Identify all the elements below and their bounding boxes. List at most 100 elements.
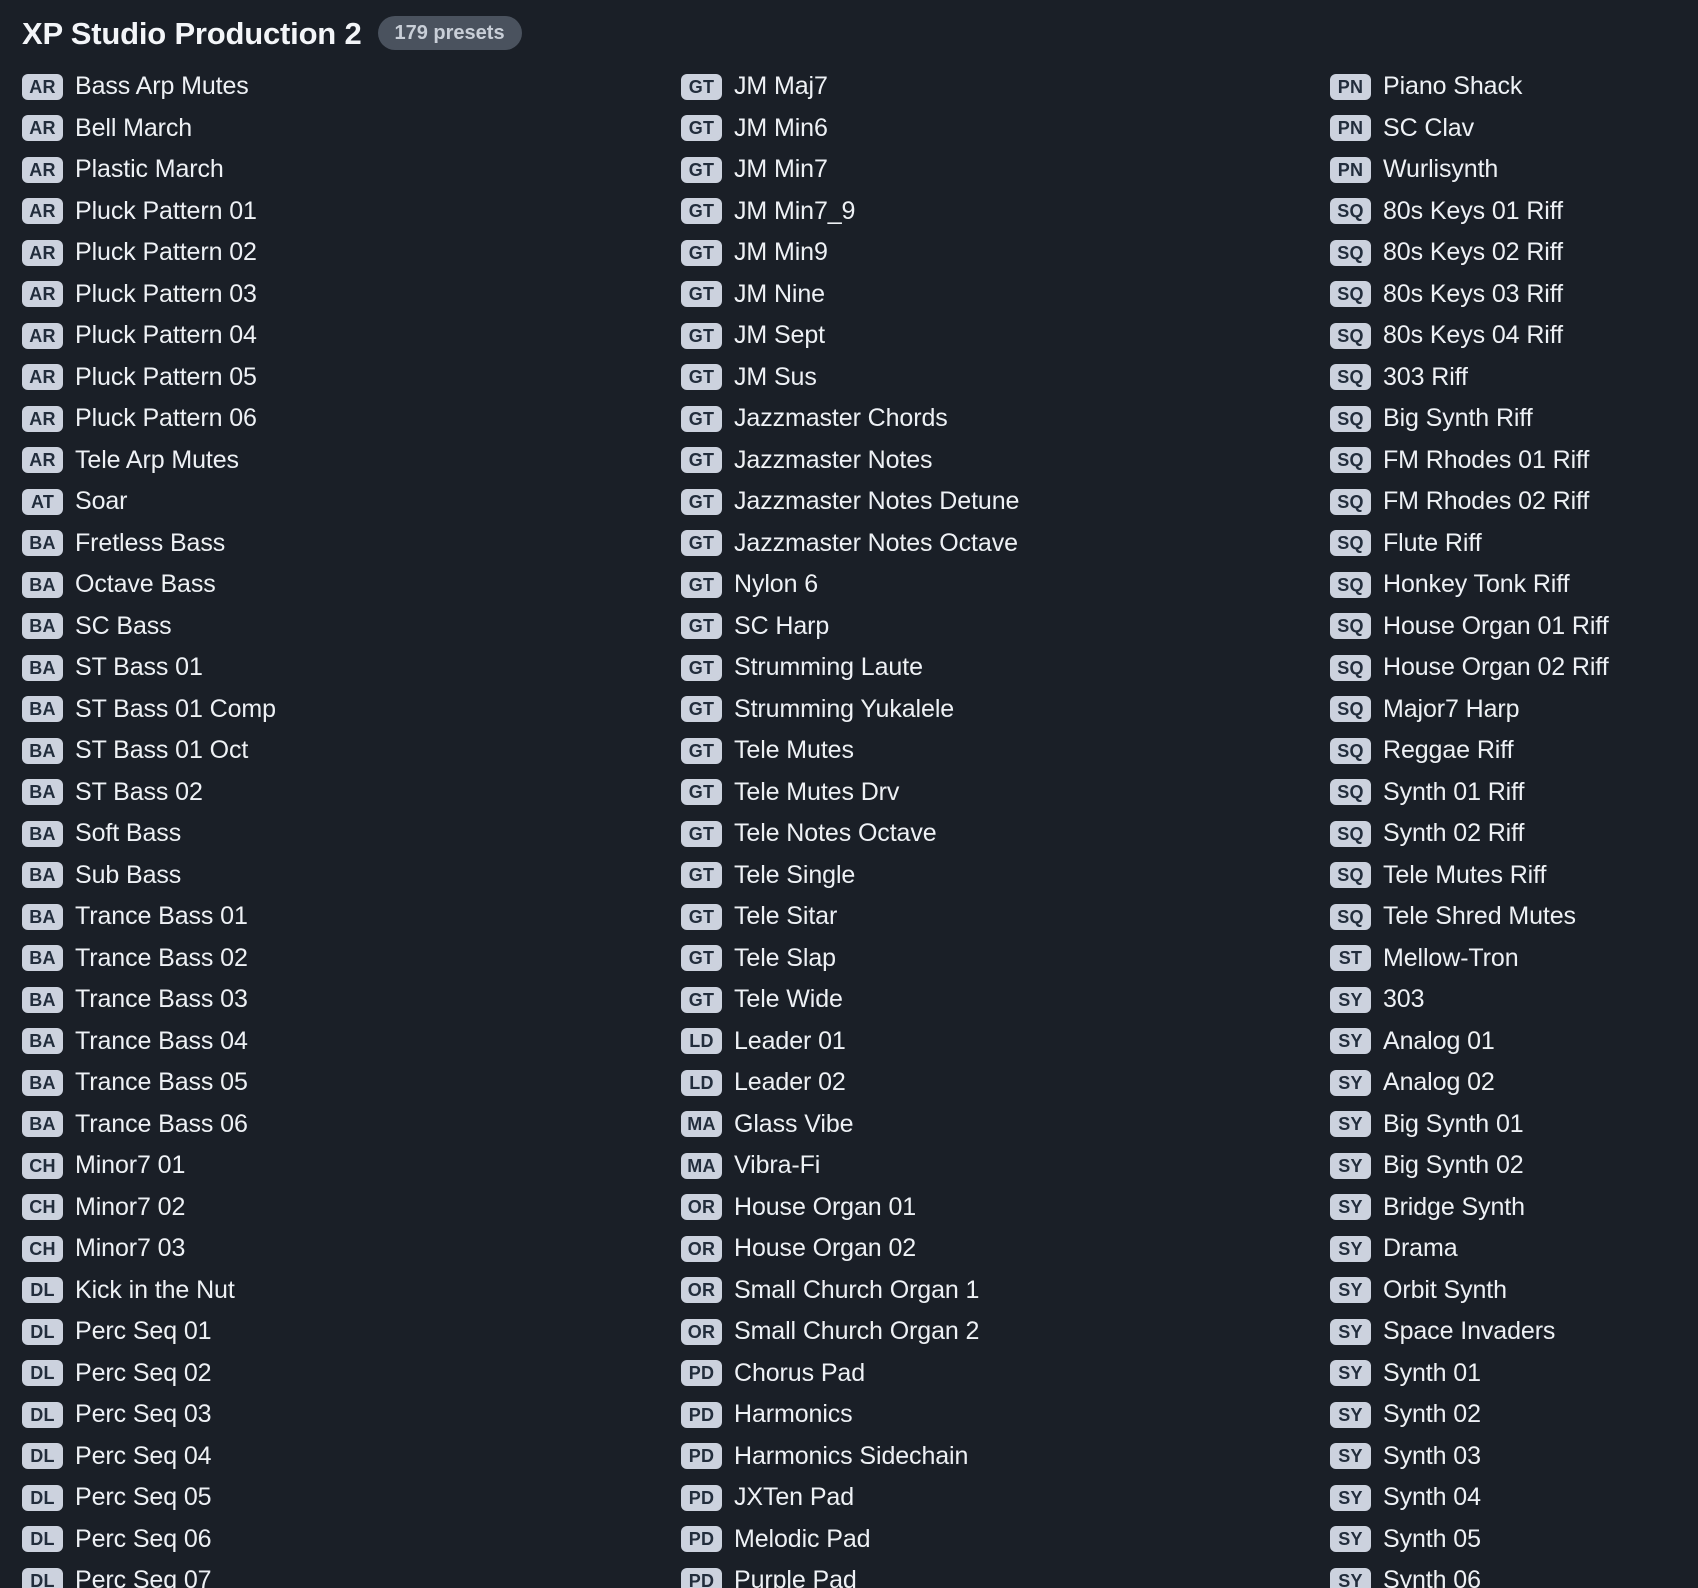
preset-row[interactable]: SY 303 <box>1330 979 1698 1021</box>
preset-row[interactable]: CH Minor7 03 <box>22 1228 642 1270</box>
preset-row[interactable]: PD Harmonics <box>681 1394 1301 1436</box>
preset-row[interactable]: LD Leader 01 <box>681 1021 1301 1063</box>
preset-row[interactable]: SQ Big Synth Riff <box>1330 398 1698 440</box>
preset-row[interactable]: PN Piano Shack <box>1330 66 1698 108</box>
preset-row[interactable]: GT Tele Mutes Drv <box>681 772 1301 814</box>
preset-row[interactable]: SQ 303 Riff <box>1330 357 1698 399</box>
preset-row[interactable]: GT Tele Sitar <box>681 896 1301 938</box>
preset-row[interactable]: DL Perc Seq 04 <box>22 1436 642 1478</box>
preset-row[interactable]: DL Perc Seq 01 <box>22 1311 642 1353</box>
preset-row[interactable]: AR Bell March <box>22 108 642 150</box>
preset-row[interactable]: SY Synth 04 <box>1330 1477 1698 1519</box>
preset-row[interactable]: SY Space Invaders <box>1330 1311 1698 1353</box>
preset-row[interactable]: SQ Major7 Harp <box>1330 689 1698 731</box>
preset-row[interactable]: CH Minor7 01 <box>22 1145 642 1187</box>
preset-row[interactable]: SQ Synth 01 Riff <box>1330 772 1698 814</box>
preset-row[interactable]: GT Tele Notes Octave <box>681 813 1301 855</box>
preset-row[interactable]: GT JM Sept <box>681 315 1301 357</box>
preset-row[interactable]: CH Minor7 02 <box>22 1187 642 1229</box>
preset-row[interactable]: SY Analog 01 <box>1330 1021 1698 1063</box>
preset-row[interactable]: AR Pluck Pattern 06 <box>22 398 642 440</box>
preset-row[interactable]: GT Tele Wide <box>681 979 1301 1021</box>
preset-row[interactable]: GT Nylon 6 <box>681 564 1301 606</box>
preset-row[interactable]: SY Big Synth 01 <box>1330 1104 1698 1146</box>
preset-row[interactable]: ST Mellow-Tron <box>1330 938 1698 980</box>
preset-row[interactable]: GT Jazzmaster Notes Octave <box>681 523 1301 565</box>
preset-row[interactable]: SQ 80s Keys 04 Riff <box>1330 315 1698 357</box>
preset-row[interactable]: BA Octave Bass <box>22 564 642 606</box>
preset-row[interactable]: GT Tele Slap <box>681 938 1301 980</box>
preset-row[interactable]: GT JM Maj7 <box>681 66 1301 108</box>
preset-row[interactable]: PD Melodic Pad <box>681 1519 1301 1561</box>
preset-row[interactable]: GT JM Min7 <box>681 149 1301 191</box>
preset-row[interactable]: AR Pluck Pattern 04 <box>22 315 642 357</box>
preset-row[interactable]: SY Analog 02 <box>1330 1062 1698 1104</box>
preset-row[interactable]: BA ST Bass 01 <box>22 647 642 689</box>
preset-row[interactable]: AR Bass Arp Mutes <box>22 66 642 108</box>
preset-row[interactable]: PD Harmonics Sidechain <box>681 1436 1301 1478</box>
preset-row[interactable]: GT Jazzmaster Chords <box>681 398 1301 440</box>
preset-row[interactable]: GT JM Min7_9 <box>681 191 1301 233</box>
preset-row[interactable]: DL Perc Seq 06 <box>22 1519 642 1561</box>
preset-row[interactable]: DL Kick in the Nut <box>22 1270 642 1312</box>
preset-row[interactable]: PD Chorus Pad <box>681 1353 1301 1395</box>
preset-row[interactable]: SY Big Synth 02 <box>1330 1145 1698 1187</box>
preset-row[interactable]: SY Drama <box>1330 1228 1698 1270</box>
preset-row[interactable]: AR Pluck Pattern 02 <box>22 232 642 274</box>
preset-row[interactable]: MA Vibra-Fi <box>681 1145 1301 1187</box>
preset-row[interactable]: BA Fretless Bass <box>22 523 642 565</box>
preset-row[interactable]: SQ 80s Keys 03 Riff <box>1330 274 1698 316</box>
preset-row[interactable]: SQ Tele Shred Mutes <box>1330 896 1698 938</box>
preset-row[interactable]: SQ 80s Keys 01 Riff <box>1330 191 1698 233</box>
preset-row[interactable]: SY Synth 06 <box>1330 1560 1698 1588</box>
preset-row[interactable]: PN SC Clav <box>1330 108 1698 150</box>
preset-row[interactable]: OR House Organ 01 <box>681 1187 1301 1229</box>
preset-row[interactable]: BA Trance Bass 06 <box>22 1104 642 1146</box>
preset-row[interactable]: DL Perc Seq 02 <box>22 1353 642 1395</box>
preset-row[interactable]: SQ FM Rhodes 02 Riff <box>1330 481 1698 523</box>
preset-row[interactable]: SQ FM Rhodes 01 Riff <box>1330 440 1698 482</box>
preset-row[interactable]: SY Synth 03 <box>1330 1436 1698 1478</box>
preset-row[interactable]: AT Soar <box>22 481 642 523</box>
preset-row[interactable]: SY Synth 01 <box>1330 1353 1698 1395</box>
preset-row[interactable]: BA Sub Bass <box>22 855 642 897</box>
preset-row[interactable]: BA Trance Bass 02 <box>22 938 642 980</box>
preset-row[interactable]: SQ Honkey Tonk Riff <box>1330 564 1698 606</box>
preset-row[interactable]: SY Bridge Synth <box>1330 1187 1698 1229</box>
preset-row[interactable]: MA Glass Vibe <box>681 1104 1301 1146</box>
preset-row[interactable]: BA ST Bass 01 Oct <box>22 730 642 772</box>
preset-row[interactable]: LD Leader 02 <box>681 1062 1301 1104</box>
preset-row[interactable]: BA SC Bass <box>22 606 642 648</box>
preset-row[interactable]: AR Plastic March <box>22 149 642 191</box>
preset-row[interactable]: BA Trance Bass 04 <box>22 1021 642 1063</box>
preset-row[interactable]: SQ Reggae Riff <box>1330 730 1698 772</box>
preset-row[interactable]: AR Pluck Pattern 01 <box>22 191 642 233</box>
preset-row[interactable]: SY Synth 05 <box>1330 1519 1698 1561</box>
preset-row[interactable]: PD JXTen Pad <box>681 1477 1301 1519</box>
preset-row[interactable]: GT JM Min9 <box>681 232 1301 274</box>
preset-row[interactable]: BA Trance Bass 05 <box>22 1062 642 1104</box>
preset-row[interactable]: SQ 80s Keys 02 Riff <box>1330 232 1698 274</box>
preset-row[interactable]: SQ Flute Riff <box>1330 523 1698 565</box>
preset-row[interactable]: BA Soft Bass <box>22 813 642 855</box>
preset-row[interactable]: AR Tele Arp Mutes <box>22 440 642 482</box>
preset-row[interactable]: OR Small Church Organ 2 <box>681 1311 1301 1353</box>
preset-row[interactable]: GT JM Min6 <box>681 108 1301 150</box>
preset-row[interactable]: AR Pluck Pattern 05 <box>22 357 642 399</box>
preset-row[interactable]: BA ST Bass 02 <box>22 772 642 814</box>
preset-row[interactable]: DL Perc Seq 05 <box>22 1477 642 1519</box>
preset-row[interactable]: GT Tele Single <box>681 855 1301 897</box>
preset-row[interactable]: SQ Synth 02 Riff <box>1330 813 1698 855</box>
preset-row[interactable]: AR Pluck Pattern 03 <box>22 274 642 316</box>
preset-row[interactable]: GT Jazzmaster Notes Detune <box>681 481 1301 523</box>
preset-row[interactable]: GT JM Sus <box>681 357 1301 399</box>
preset-row[interactable]: BA ST Bass 01 Comp <box>22 689 642 731</box>
preset-row[interactable]: BA Trance Bass 01 <box>22 896 642 938</box>
preset-row[interactable]: GT Tele Mutes <box>681 730 1301 772</box>
preset-row[interactable]: GT Strumming Laute <box>681 647 1301 689</box>
preset-row[interactable]: GT Jazzmaster Notes <box>681 440 1301 482</box>
preset-row[interactable]: OR House Organ 02 <box>681 1228 1301 1270</box>
preset-row[interactable]: SQ Tele Mutes Riff <box>1330 855 1698 897</box>
preset-row[interactable]: GT JM Nine <box>681 274 1301 316</box>
preset-row[interactable]: BA Trance Bass 03 <box>22 979 642 1021</box>
